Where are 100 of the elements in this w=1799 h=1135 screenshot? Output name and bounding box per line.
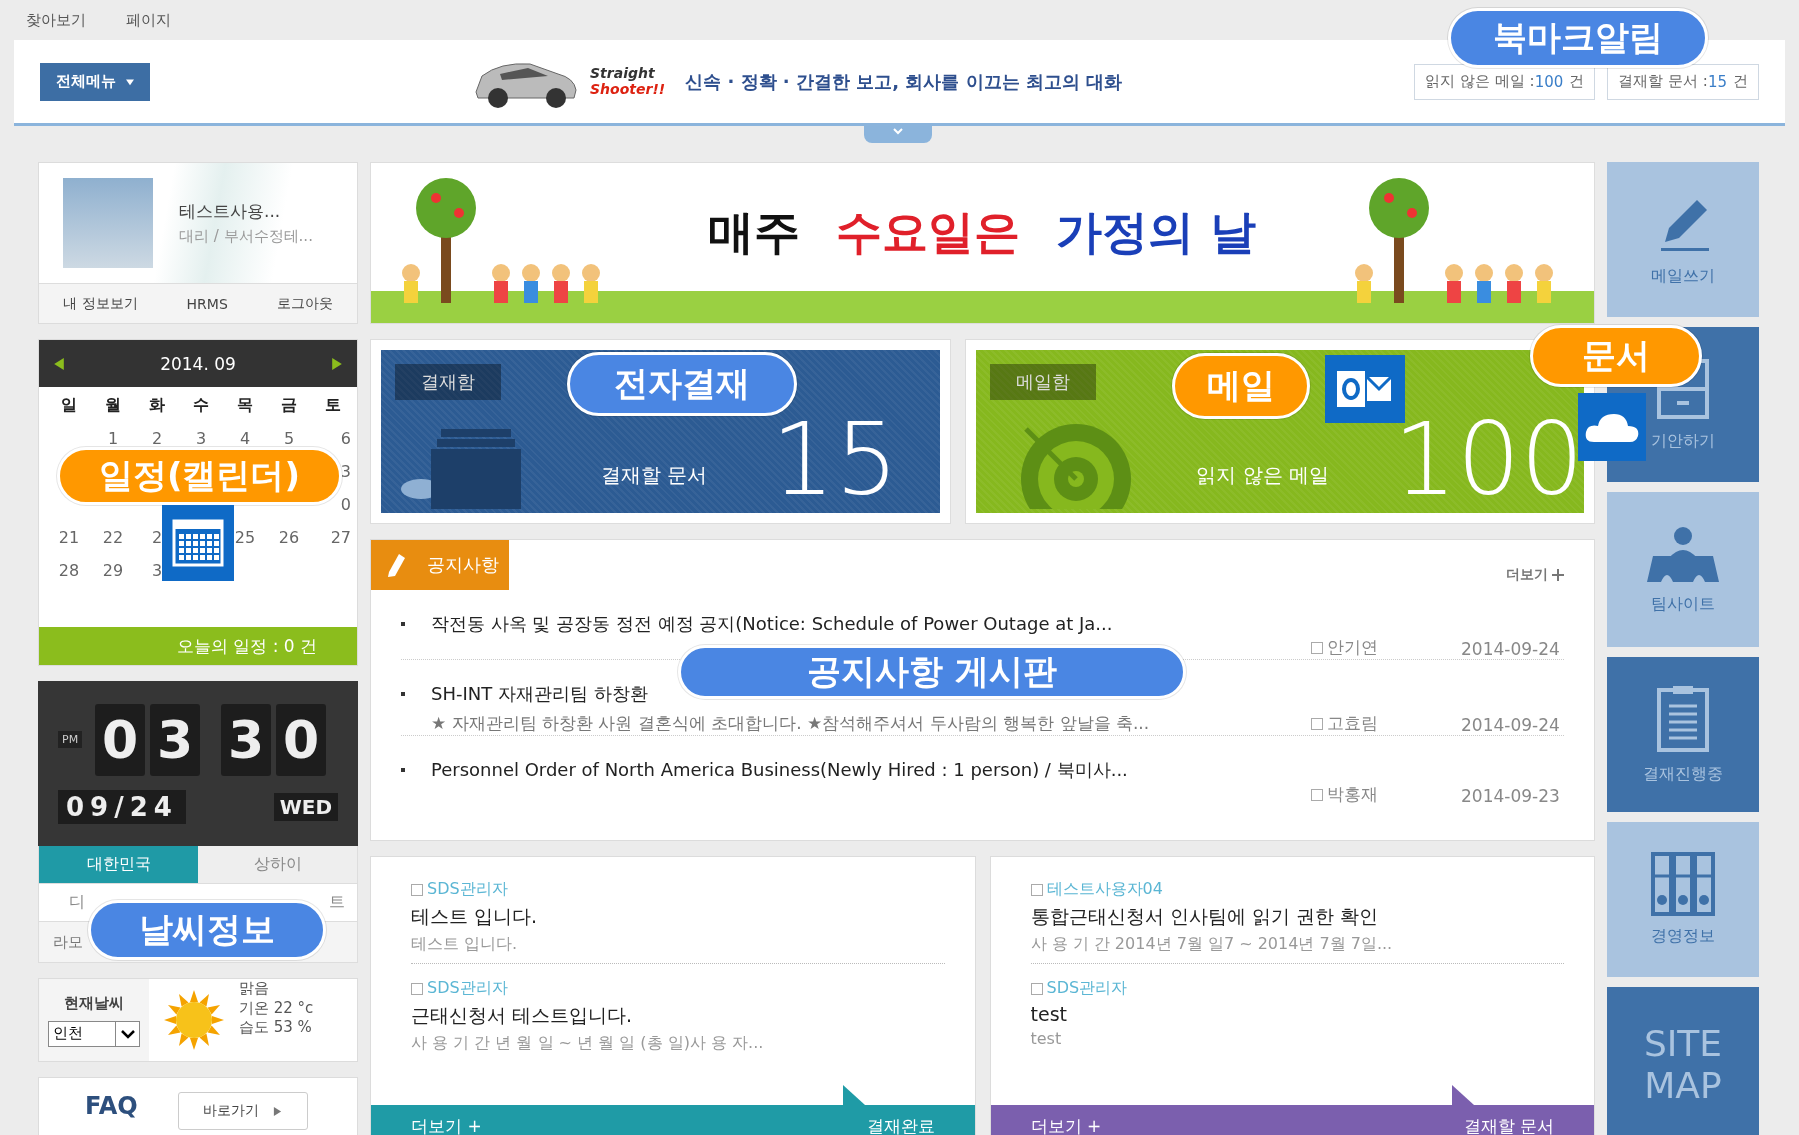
calendar-day[interactable]: 28: [58, 561, 80, 580]
board-summary: 사 용 기 간 2014년 7월 일7 ~ 2014년 7월 7일...: [1030, 934, 1394, 955]
board-summary: test: [1030, 1029, 1063, 1048]
calendar-day[interactable]: 4: [239, 429, 251, 448]
region-tab[interactable]: 디: [69, 892, 85, 913]
shortcut-button[interactable]: 바로가기: [177, 1092, 308, 1130]
caret-icon: [126, 77, 134, 86]
banner-text: 가정의 날: [1056, 204, 1257, 261]
notice-author: 박홍재: [1327, 783, 1378, 806]
more-link[interactable]: 더보기: [1506, 566, 1564, 584]
card-caption: 결재할 문서: [601, 462, 708, 489]
calendar-day[interactable]: 2: [151, 528, 163, 547]
calendar-day[interactable]: 3: [340, 462, 351, 481]
notice-date: 2014-09-24: [1461, 715, 1560, 735]
top-link[interactable]: 페이지: [126, 10, 171, 30]
calendar-day[interactable]: 27: [330, 528, 351, 547]
callout-label: 메일: [1172, 353, 1310, 419]
humidity: 습도 53 %: [239, 1018, 313, 1038]
ampm-label: PM: [58, 731, 83, 748]
calendar-day[interactable]: 22: [102, 528, 124, 547]
calendar-day[interactable]: 25: [234, 528, 256, 547]
calendar-day[interactable]: 3: [195, 429, 207, 448]
notice-title[interactable]: SH-INT 자재관리팀 하창환: [431, 682, 648, 706]
square-icon: [1030, 982, 1043, 995]
square-icon: [1311, 788, 1323, 801]
board-author: SDS관리자: [1046, 978, 1128, 999]
bullet-icon: [401, 622, 405, 626]
board-summary: 테스트 입니다.: [411, 934, 519, 955]
board-title[interactable]: 테스트 입니다.: [411, 904, 945, 930]
next-icon: [331, 357, 343, 370]
region-tab[interactable]: 상하이: [198, 846, 357, 884]
calendar-day[interactable]: 0: [340, 495, 351, 514]
board-title[interactable]: 근태신청서 테스트입니다.: [411, 1003, 945, 1029]
notice-date: 2014-09-23: [1461, 786, 1560, 806]
board-title[interactable]: 통합근태신청서 인사팀에 읽기 권한 확인: [1030, 904, 1564, 930]
clock-digit: 0: [276, 703, 327, 776]
tagline: 신속 · 정확 · 간결한 보고, 회사를 이끄는 최고의 대화: [685, 69, 1123, 94]
clipboard-icon: [1655, 684, 1711, 754]
calendar-month: 2014. 09: [160, 353, 236, 374]
card-count: 100: [1393, 415, 1584, 505]
pencil-icon: [385, 552, 407, 578]
board-title[interactable]: test: [1030, 1003, 1564, 1025]
callout-label: 문서: [1530, 325, 1702, 387]
weather-condition: 맑음: [239, 979, 270, 999]
calendar-day[interactable]: 5: [283, 429, 295, 448]
clock-digit: 3: [221, 703, 272, 776]
all-menu-button[interactable]: 전체메뉴: [40, 62, 150, 101]
callout-label: 일정(캘린더): [57, 447, 342, 505]
calendar-day[interactable]: 2: [151, 429, 163, 448]
calendar-icon: [162, 505, 234, 581]
clock-digit: 3: [150, 703, 201, 776]
play-icon: [273, 1106, 283, 1116]
bullet-icon: [401, 768, 405, 772]
board-author: SDS관리자: [427, 978, 508, 999]
temperature: 기온 22 °c: [239, 998, 314, 1018]
banner-text: 매주: [708, 204, 801, 261]
board-footer-label: 결재완료: [866, 1115, 935, 1135]
user-name: 테스트사용...: [179, 200, 282, 223]
banner-text: 수요일은: [836, 204, 1021, 261]
more-link[interactable]: 더보기 +: [411, 1115, 482, 1135]
board-author: 테스트사용자04: [1046, 879, 1163, 900]
calendar-day[interactable]: 3: [151, 561, 163, 580]
calendar-day[interactable]: 26: [278, 528, 300, 547]
callout-label: 공지사항 게시판: [678, 645, 1186, 699]
calendar-day[interactable]: 6: [340, 429, 351, 448]
weekday-label: 금: [281, 395, 297, 416]
card-label: 결재함: [395, 364, 501, 400]
board-author: SDS관리자: [427, 879, 508, 900]
board-summary: 사 용 기 간 년 월 일 ~ 년 월 일 (총 일)사 용 자...: [411, 1033, 765, 1054]
profile-link[interactable]: 내 정보보기: [63, 294, 138, 313]
board-footer-label: 결재할 문서: [1463, 1115, 1554, 1135]
card-caption: 읽지 않은 메일: [1196, 462, 1330, 489]
calendar-day[interactable]: 21: [58, 528, 80, 547]
callout-label: 날씨정보: [88, 900, 326, 960]
notice-title[interactable]: 작전동 사옥 및 공장동 정전 예정 공지(Notice: Schedule of Power Outage at Ja...: [431, 612, 1113, 636]
profile-link[interactable]: 로그아웃: [276, 294, 333, 313]
square-icon: [1311, 717, 1323, 730]
city-select[interactable]: 인천: [48, 1020, 140, 1047]
region-tab[interactable]: 대한민국: [39, 846, 198, 884]
calendar-day[interactable]: 29: [102, 561, 124, 580]
dropdown-icon: [120, 1028, 135, 1039]
chevron-icon: [892, 126, 904, 136]
square-icon: [411, 883, 423, 896]
binders-icon: [1651, 852, 1715, 916]
calendar-day[interactable]: 1: [107, 429, 119, 448]
plus-icon: [1552, 569, 1564, 581]
top-link[interactable]: 찾아보기: [26, 10, 86, 30]
weekday-label: 목: [237, 395, 253, 416]
callout-label: 북마크알림: [1448, 8, 1708, 68]
notice-title[interactable]: Personnel Order of North America Business(Newly Hired : 1 person) / 북미사...: [431, 758, 1128, 782]
profile-link[interactable]: HRMS: [186, 295, 228, 312]
prev-icon: [53, 357, 65, 370]
region-tab[interactable]: 트: [329, 892, 345, 913]
weekday-label: 월: [105, 395, 121, 416]
faq-title: FAQ: [85, 1092, 138, 1120]
user-position: 대리 / 부서수정테...: [179, 227, 313, 246]
more-link[interactable]: 더보기 +: [1030, 1115, 1102, 1135]
outlook-icon: [1325, 355, 1405, 423]
weekday-label: 화: [149, 395, 165, 416]
notice-date: 2014-09-24: [1461, 639, 1560, 659]
